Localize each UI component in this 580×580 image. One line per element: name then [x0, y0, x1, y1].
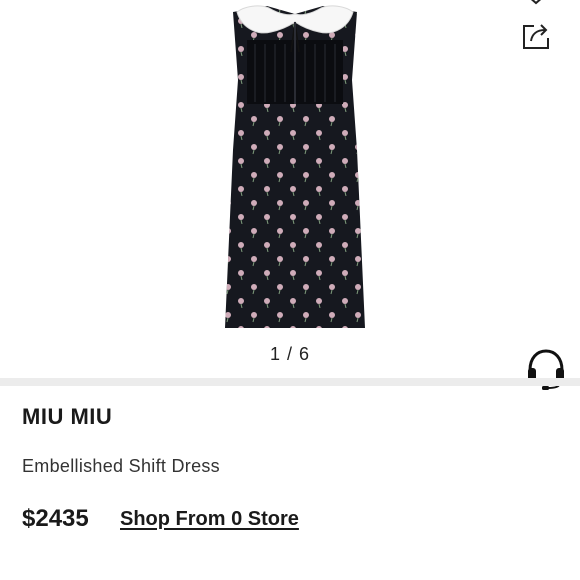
shop-stores-link[interactable]: Shop From 0 Store: [120, 508, 299, 531]
chevron-icon[interactable]: [526, 0, 546, 6]
brand-name[interactable]: MIU MIU: [22, 404, 112, 430]
product-price: $2435: [22, 505, 89, 532]
share-icon[interactable]: [520, 20, 552, 52]
section-divider: [0, 378, 580, 386]
product-image-gallery[interactable]: 1 / 6: [0, 0, 580, 390]
product-image: [225, 5, 365, 328]
product-title: Embellished Shift Dress: [22, 456, 220, 476]
image-counter: 1 / 6: [269, 344, 311, 364]
